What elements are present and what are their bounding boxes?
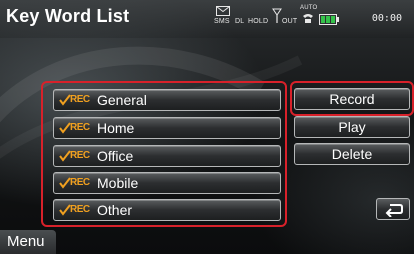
sms-indicator: SMS: [214, 18, 230, 25]
dl-indicator: DL: [235, 18, 245, 25]
back-button[interactable]: [376, 198, 410, 220]
keyword-label: Office: [97, 148, 134, 164]
screen: Key Word List SMS DL HOLD OUT AUTO 00:00: [0, 0, 414, 254]
clock: 00:00: [371, 13, 402, 24]
rec-tag: REC: [70, 150, 90, 161]
envelope-icon: [216, 6, 230, 16]
rec-tag: REC: [70, 122, 90, 133]
keyword-item-home[interactable]: REC Home: [53, 117, 281, 139]
rec-tag: REC: [70, 204, 90, 215]
menu-button[interactable]: Menu: [0, 230, 56, 254]
hold-indicator: HOLD: [248, 18, 269, 25]
keyword-label: Mobile: [97, 175, 139, 191]
rec-tag: REC: [70, 94, 90, 105]
keyword-item-other[interactable]: REC Other: [53, 199, 281, 221]
battery-icon: [319, 14, 339, 25]
record-button[interactable]: Record: [294, 88, 410, 110]
keyword-list-panel: REC General REC Home REC Office REC Mobi…: [41, 81, 287, 227]
status-indicators: SMS DL HOLD OUT AUTO: [214, 4, 364, 32]
antenna-icon: [272, 8, 282, 23]
keyword-label: Home: [97, 120, 135, 136]
keyword-item-mobile[interactable]: REC Mobile: [53, 172, 281, 194]
auto-indicator: AUTO: [300, 5, 318, 11]
phone-handset-icon: [303, 14, 313, 23]
back-arrow-icon: [385, 204, 403, 217]
play-button[interactable]: Play: [294, 116, 410, 138]
delete-button[interactable]: Delete: [294, 143, 410, 165]
keyword-item-general[interactable]: REC General: [53, 89, 281, 111]
page-title: Key Word List: [6, 6, 130, 26]
keyword-label: General: [97, 92, 147, 108]
rec-tag: REC: [70, 177, 90, 188]
keyword-label: Other: [97, 202, 133, 218]
keyword-item-office[interactable]: REC Office: [53, 145, 281, 167]
out-indicator: OUT: [282, 18, 298, 25]
